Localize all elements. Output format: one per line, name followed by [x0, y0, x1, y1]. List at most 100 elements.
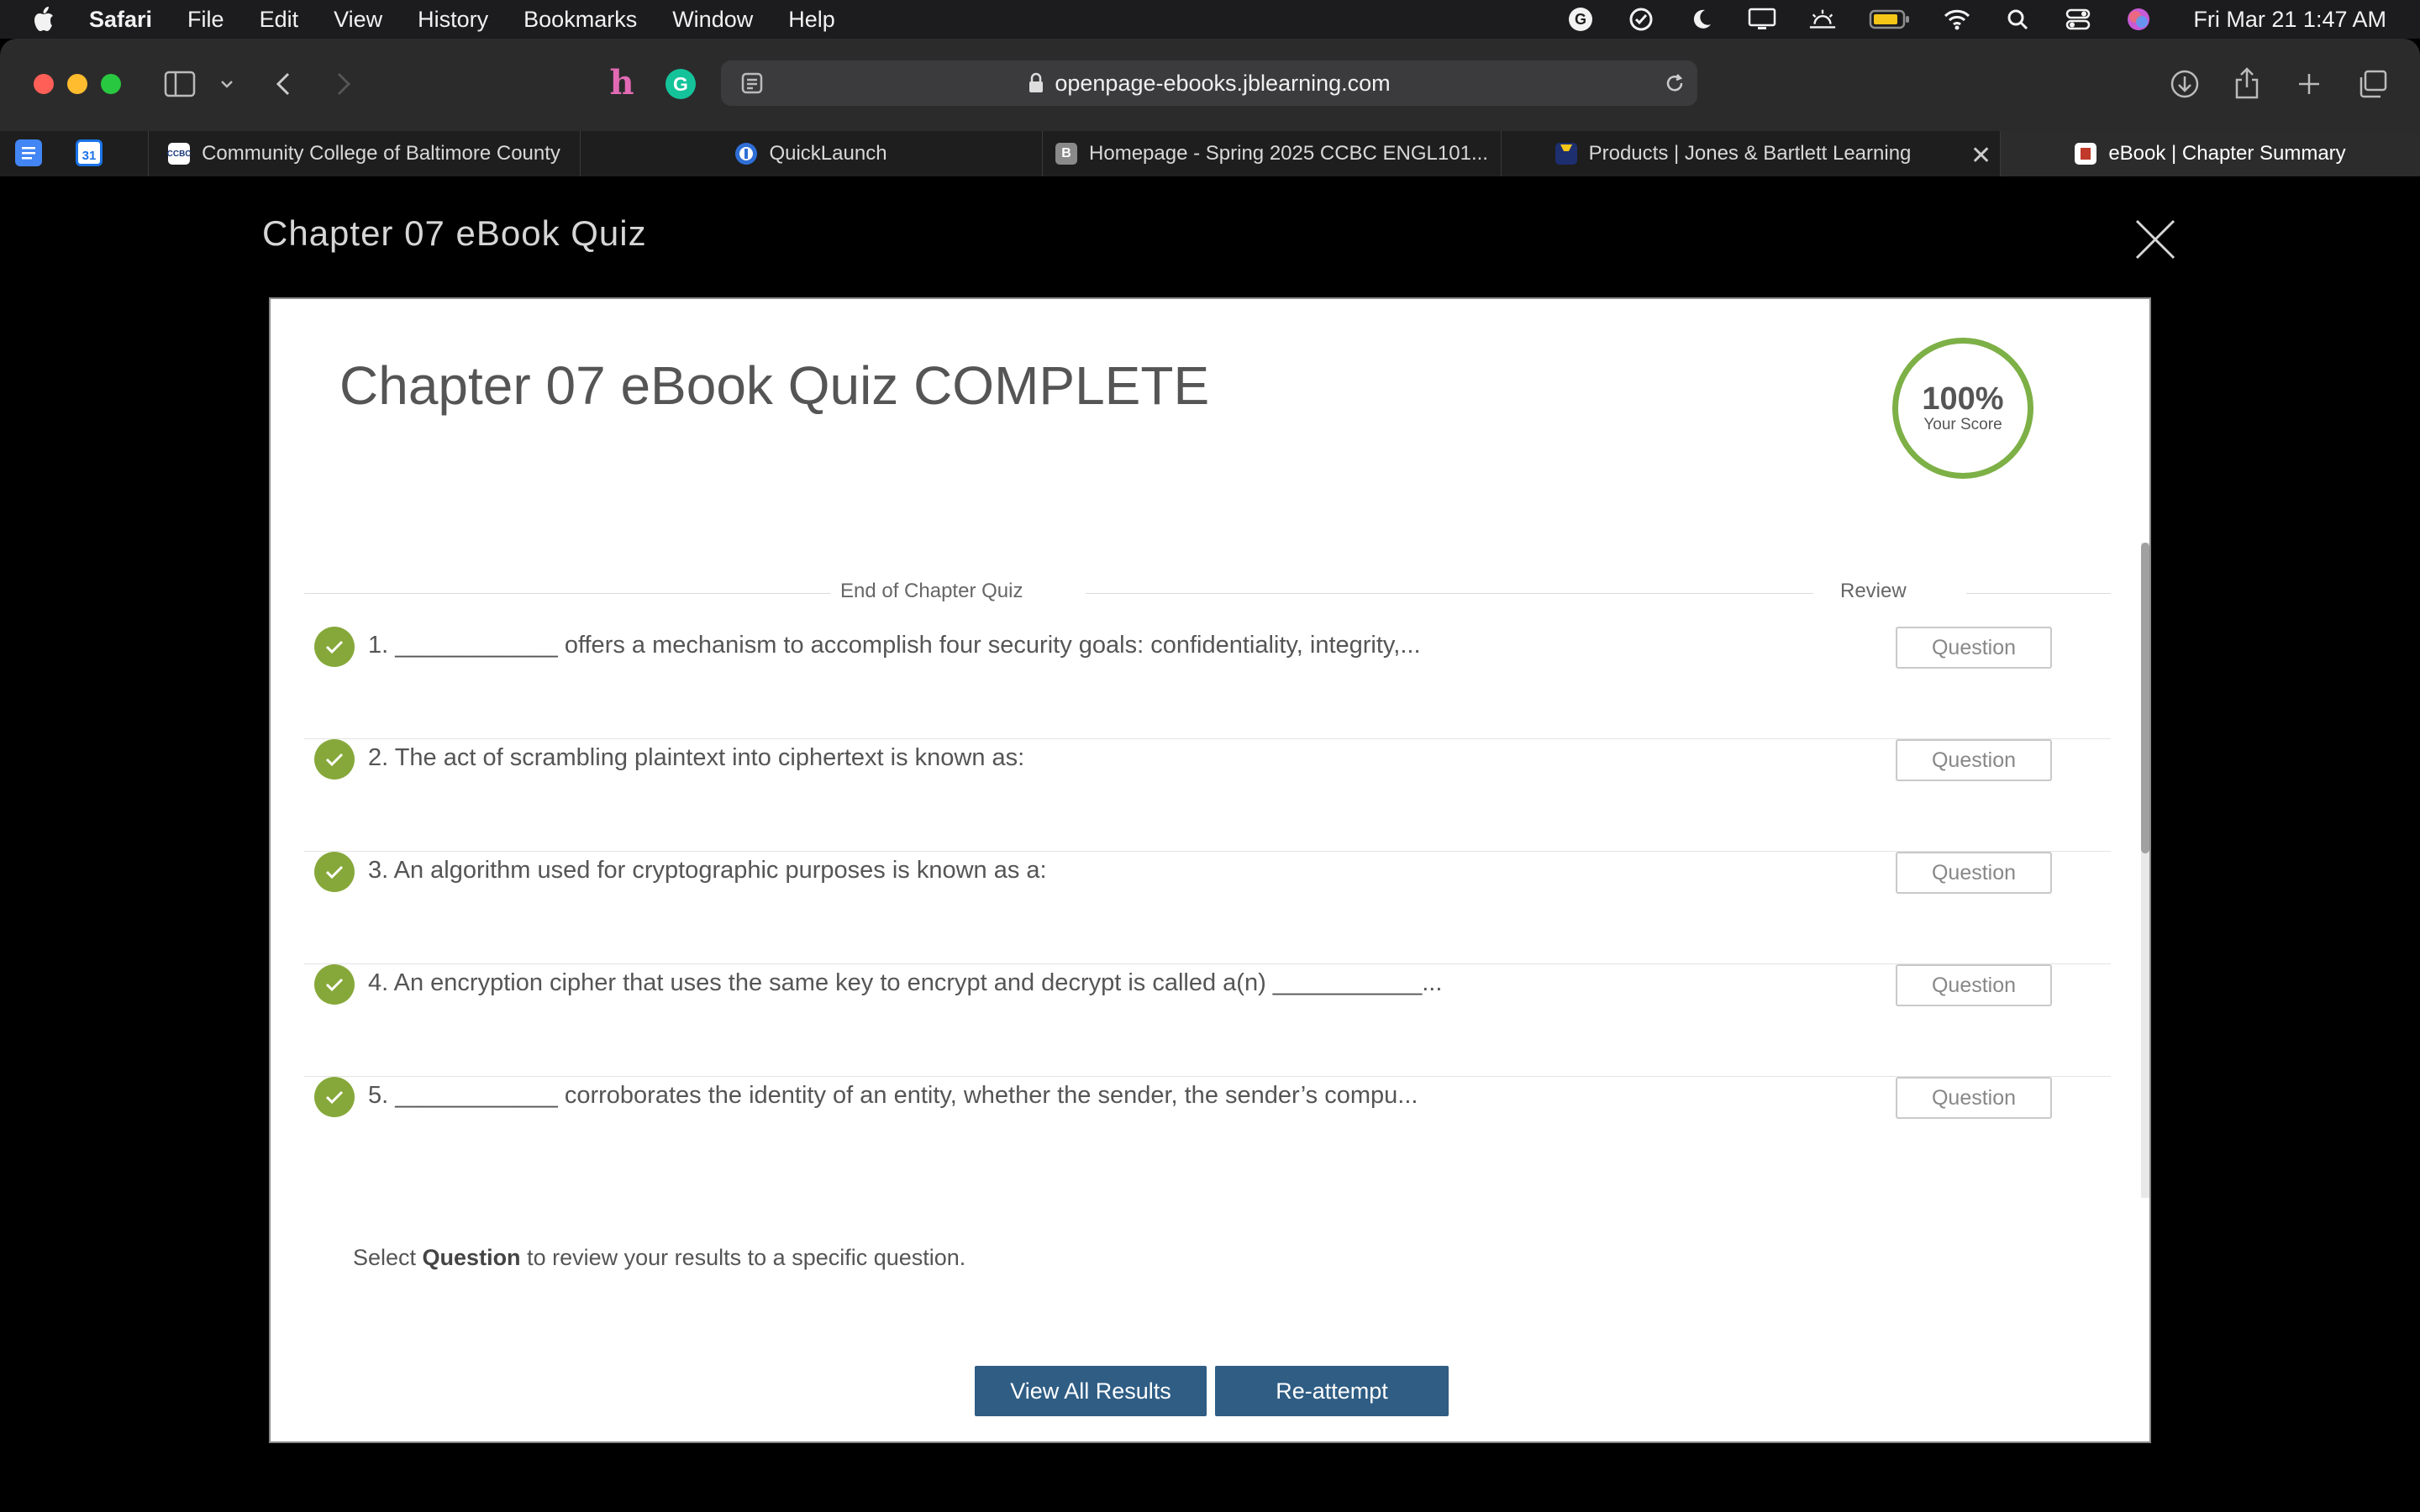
- review-question-button[interactable]: Question: [1896, 964, 2052, 1006]
- question-text: 2. The act of scrambling plaintext into …: [368, 744, 1025, 771]
- scrollbar-thumb[interactable]: [2141, 543, 2149, 853]
- tab-ebook-chapter-summary[interactable]: eBook | Chapter Summary: [2000, 131, 2420, 176]
- question-text: 3. An algorithm used for cryptographic p…: [368, 857, 1047, 884]
- checkmark-icon: [314, 964, 355, 1005]
- divider: [1966, 593, 2111, 594]
- review-question-button[interactable]: Question: [1896, 739, 2052, 781]
- page-content: Chapter 07 eBook Quiz Chapter 07 eBook Q…: [0, 176, 2420, 1512]
- window-minimize-button[interactable]: [67, 74, 87, 94]
- svg-text:G: G: [1575, 11, 1586, 28]
- window-zoom-button[interactable]: [101, 74, 121, 94]
- close-icon[interactable]: [2134, 218, 2176, 260]
- wifi-icon[interactable]: [1943, 5, 1971, 34]
- lock-icon: [1028, 72, 1044, 94]
- menu-view[interactable]: View: [334, 7, 382, 33]
- menu-bookmarks[interactable]: Bookmarks: [523, 7, 637, 33]
- checkmark-icon: [314, 627, 355, 667]
- share-icon[interactable]: [2232, 66, 2262, 101]
- tab-close-icon[interactable]: ✕: [1970, 141, 1991, 171]
- divider: [304, 593, 850, 594]
- b-favicon-icon: B: [1055, 143, 1078, 165]
- menubar-clock[interactable]: Fri Mar 21 1:47 AM: [2193, 7, 2386, 33]
- battery-icon[interactable]: [1869, 5, 1911, 34]
- tab-ccbc[interactable]: CCBC Community College of Baltimore Coun…: [148, 131, 580, 176]
- grammarly-status-icon[interactable]: G: [1566, 5, 1595, 34]
- address-bar[interactable]: openpage-ebooks.jblearning.com: [721, 60, 1697, 106]
- review-hint: Select Question to review your results t…: [353, 1245, 965, 1271]
- back-icon[interactable]: [271, 69, 296, 99]
- view-all-results-button[interactable]: View All Results: [975, 1366, 1207, 1416]
- svg-text:h: h: [609, 66, 634, 101]
- tab-title: Community College of Baltimore County: [202, 142, 560, 165]
- spotlight-search-icon[interactable]: [2003, 5, 2032, 34]
- tab-title: Homepage - Spring 2025 CCBC ENGL101...: [1089, 142, 1488, 165]
- tab-jones-bartlett[interactable]: Products | Jones & Bartlett Learning: [1501, 131, 1965, 176]
- status-area: G Fri Mar 21 1:47 AM: [1566, 0, 2386, 39]
- question-text: 4. An encryption cipher that uses the sa…: [368, 969, 1443, 996]
- chevron-down-icon[interactable]: [218, 74, 235, 94]
- siri-icon[interactable]: [2124, 5, 2153, 34]
- menu-history[interactable]: History: [418, 7, 488, 33]
- new-tab-icon[interactable]: [2294, 67, 2324, 101]
- grammarly-extension-icon[interactable]: G: [664, 67, 697, 101]
- hint-suffix: to review your results to a specific que…: [520, 1245, 966, 1270]
- ebook-favicon-icon: [2075, 143, 2097, 165]
- google-calendar-pinned-tab[interactable]: 31: [76, 139, 103, 166]
- url-text: openpage-ebooks.jblearning.com: [1055, 70, 1391, 96]
- column-headers: End of Chapter Quiz Review: [304, 568, 2111, 618]
- quicklaunch-favicon-icon: [735, 143, 758, 165]
- menu-bar: Safari File Edit View History Bookmarks …: [0, 0, 2420, 39]
- review-question-button[interactable]: Question: [1896, 1077, 2052, 1119]
- menu-help[interactable]: Help: [788, 7, 835, 33]
- tab-title: eBook | Chapter Summary: [2108, 142, 2346, 165]
- question-row: 3. An algorithm used for cryptographic p…: [304, 852, 2111, 964]
- quiz-complete-title: Chapter 07 eBook Quiz COMPLETE: [339, 355, 1210, 416]
- checkmark-icon: [314, 852, 355, 892]
- tab-brightspace-homepage[interactable]: B Homepage - Spring 2025 CCBC ENGL101...: [1042, 131, 1501, 176]
- question-row: 4. An encryption cipher that uses the sa…: [304, 964, 2111, 1077]
- score-label: Your Score: [1923, 416, 2002, 433]
- window-close-button[interactable]: [34, 74, 54, 94]
- question-row: 5. ____________ corroborates the identit…: [304, 1077, 2111, 1176]
- menu-app-name[interactable]: Safari: [89, 7, 152, 33]
- control-center-icon[interactable]: [2064, 5, 2092, 34]
- browser-toolbar: h G openpage-ebooks.jblearning.com: [0, 39, 2420, 131]
- checkmark-circle-icon[interactable]: [1627, 5, 1655, 34]
- score-value: 100%: [1922, 381, 2004, 417]
- reader-mode-icon[interactable]: [738, 71, 766, 96]
- apple-icon[interactable]: [30, 5, 64, 34]
- sidebar-toggle-icon[interactable]: [163, 69, 197, 99]
- display-icon[interactable]: [1748, 5, 1776, 34]
- tab-overview-icon[interactable]: [2356, 67, 2390, 101]
- quiz-results-card: Chapter 07 eBook Quiz COMPLETE 100% Your…: [269, 297, 2151, 1443]
- score-badge: 100% Your Score: [1892, 338, 2033, 479]
- scrollbar[interactable]: [2141, 543, 2149, 1198]
- menu-file[interactable]: File: [187, 7, 224, 33]
- hypothesis-extension-icon[interactable]: h: [605, 66, 639, 101]
- hint-prefix: Select: [353, 1245, 423, 1270]
- checkmark-icon: [314, 739, 355, 780]
- reload-icon[interactable]: [1662, 71, 1687, 96]
- question-text: 1. ____________ offers a mechanism to ac…: [368, 632, 1421, 659]
- question-text: 5. ____________ corroborates the identit…: [368, 1082, 1418, 1109]
- google-docs-pinned-tab[interactable]: [15, 139, 42, 166]
- menu-edit[interactable]: Edit: [260, 7, 299, 33]
- moon-icon[interactable]: [1687, 5, 1716, 34]
- tab-quicklaunch[interactable]: QuickLaunch: [580, 131, 1042, 176]
- ccbc-favicon-icon: CCBC: [167, 143, 192, 165]
- review-question-button[interactable]: Question: [1896, 627, 2052, 669]
- checkmark-icon: [314, 1077, 355, 1117]
- forward-icon[interactable]: [331, 69, 356, 99]
- brightness-icon[interactable]: [1808, 5, 1837, 34]
- tab-title: QuickLaunch: [769, 142, 887, 165]
- tab-bar: 31 CCBC Community College of Baltimore C…: [0, 131, 2420, 177]
- review-question-button[interactable]: Question: [1896, 852, 2052, 894]
- modal-title: Chapter 07 eBook Quiz: [262, 213, 647, 253]
- question-row: 2. The act of scrambling plaintext into …: [304, 739, 2111, 852]
- jb-favicon-icon: [1555, 143, 1577, 165]
- downloads-icon[interactable]: [2168, 67, 2202, 101]
- menu-window[interactable]: Window: [672, 7, 753, 33]
- divider: [1086, 593, 1813, 594]
- question-list[interactable]: End of Chapter Quiz Review 1. __________…: [304, 568, 2111, 1176]
- reattempt-button[interactable]: Re-attempt: [1215, 1366, 1449, 1416]
